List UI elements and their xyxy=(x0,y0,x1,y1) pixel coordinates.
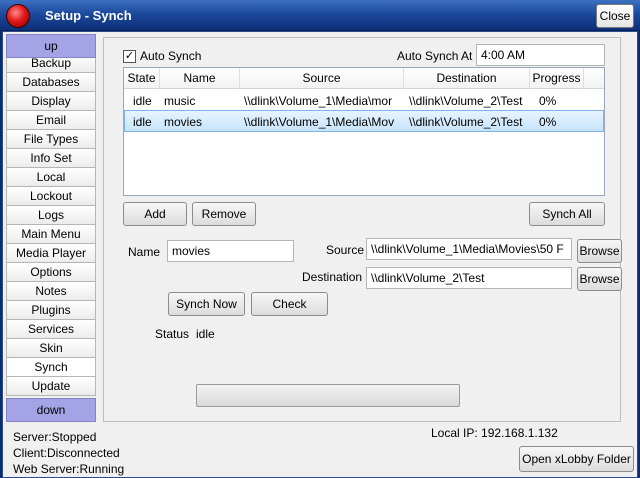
sidebar-list: Backup Databases Display Email File Type… xyxy=(6,54,96,396)
cell-destination: \\dlink\Volume_2\Test xyxy=(409,94,523,108)
status-label: Status xyxy=(155,327,190,341)
sidebar-item-local[interactable]: Local xyxy=(6,168,96,187)
sidebar-item-media-player[interactable]: Media Player xyxy=(6,244,96,263)
cell-state: idle xyxy=(133,94,152,108)
auto-synch-label: Auto Synch xyxy=(140,49,202,63)
source-browse-button[interactable]: Browse xyxy=(577,239,622,263)
sidebar-item-update[interactable]: Update xyxy=(6,377,96,396)
sidebar-item-notes[interactable]: Notes xyxy=(6,282,96,301)
close-button[interactable]: Close xyxy=(596,4,634,28)
sidebar-item-info-set[interactable]: Info Set xyxy=(6,149,96,168)
sidebar-item-file-types[interactable]: File Types xyxy=(6,130,96,149)
table-header: State Name Source Destination Progress xyxy=(124,68,604,89)
source-field[interactable]: \\dlink\Volume_1\Media\Movies\50 F xyxy=(366,238,572,260)
destination-field[interactable]: \\dlink\Volume_2\Test xyxy=(366,267,572,289)
synch-progress-bar xyxy=(196,384,460,407)
synch-table: State Name Source Destination Progress i… xyxy=(123,67,605,196)
auto-synch-checkbox[interactable]: ✓ xyxy=(123,49,136,63)
destination-label: Destination xyxy=(302,270,363,284)
table-row[interactable]: idle music \\dlink\Volume_1\Media\mor \\… xyxy=(124,90,604,112)
cell-name: movies xyxy=(164,115,203,129)
sidebar-item-databases[interactable]: Databases xyxy=(6,73,96,92)
destination-browse-button[interactable]: Browse xyxy=(577,267,622,291)
column-header-destination[interactable]: Destination xyxy=(404,68,530,89)
sidebar-item-email[interactable]: Email xyxy=(6,111,96,130)
auto-synch-toggle[interactable]: ✓ Auto Synch xyxy=(123,48,201,64)
app-icon xyxy=(6,4,30,28)
name-field[interactable]: movies xyxy=(167,240,294,262)
source-label: Source xyxy=(326,243,365,257)
check-button[interactable]: Check xyxy=(251,292,328,316)
scroll-up-button[interactable]: up xyxy=(6,34,96,58)
cell-name: music xyxy=(164,94,196,108)
cell-progress: 0% xyxy=(539,94,557,108)
cell-source: \\dlink\Volume_1\Media\Mov xyxy=(244,115,395,129)
scroll-down-button[interactable]: down xyxy=(6,398,96,422)
window-title: Setup - Synch xyxy=(45,8,132,23)
sidebar-item-services[interactable]: Services xyxy=(6,320,96,339)
column-header-source[interactable]: Source xyxy=(240,68,404,89)
add-button[interactable]: Add xyxy=(123,202,187,226)
status-value: idle xyxy=(196,327,215,341)
sidebar-item-skin[interactable]: Skin xyxy=(6,339,96,358)
cell-state: idle xyxy=(133,115,152,129)
title-bar: Setup - Synch Close xyxy=(0,0,640,31)
cell-progress: 0% xyxy=(539,115,557,129)
sidebar-item-main-menu[interactable]: Main Menu xyxy=(6,225,96,244)
cell-destination: \\dlink\Volume_2\Test xyxy=(409,115,523,129)
column-header-progress[interactable]: Progress xyxy=(530,68,584,89)
sidebar: Backup Databases Display Email File Type… xyxy=(6,34,96,422)
open-xlobby-folder-button[interactable]: Open xLobby Folder xyxy=(519,446,634,472)
name-label: Name xyxy=(128,245,161,259)
server-status: Server:Stopped xyxy=(13,430,97,444)
cell-source: \\dlink\Volume_1\Media\mor xyxy=(244,94,393,108)
sidebar-item-plugins[interactable]: Plugins xyxy=(6,301,96,320)
auto-synch-at-field[interactable]: 4:00 AM xyxy=(476,44,605,66)
sidebar-item-synch[interactable]: Synch xyxy=(6,358,96,377)
column-header-name[interactable]: Name xyxy=(160,68,240,89)
web-server-status: Web Server:Running xyxy=(13,462,125,476)
sidebar-item-logs[interactable]: Logs xyxy=(6,206,96,225)
client-status: Client:Disconnected xyxy=(13,446,120,460)
local-ip: Local IP: 192.168.1.132 xyxy=(431,426,558,440)
remove-button[interactable]: Remove xyxy=(192,202,256,226)
auto-synch-at-label: Auto Synch At xyxy=(397,49,473,63)
synch-now-button[interactable]: Synch Now xyxy=(168,292,245,316)
sidebar-item-display[interactable]: Display xyxy=(6,92,96,111)
column-header-state[interactable]: State xyxy=(124,68,160,89)
synch-all-button[interactable]: Synch All xyxy=(529,202,605,226)
sidebar-item-options[interactable]: Options xyxy=(6,263,96,282)
table-row-selected[interactable]: idle movies \\dlink\Volume_1\Media\Mov \… xyxy=(124,110,604,132)
sidebar-item-lockout[interactable]: Lockout xyxy=(6,187,96,206)
